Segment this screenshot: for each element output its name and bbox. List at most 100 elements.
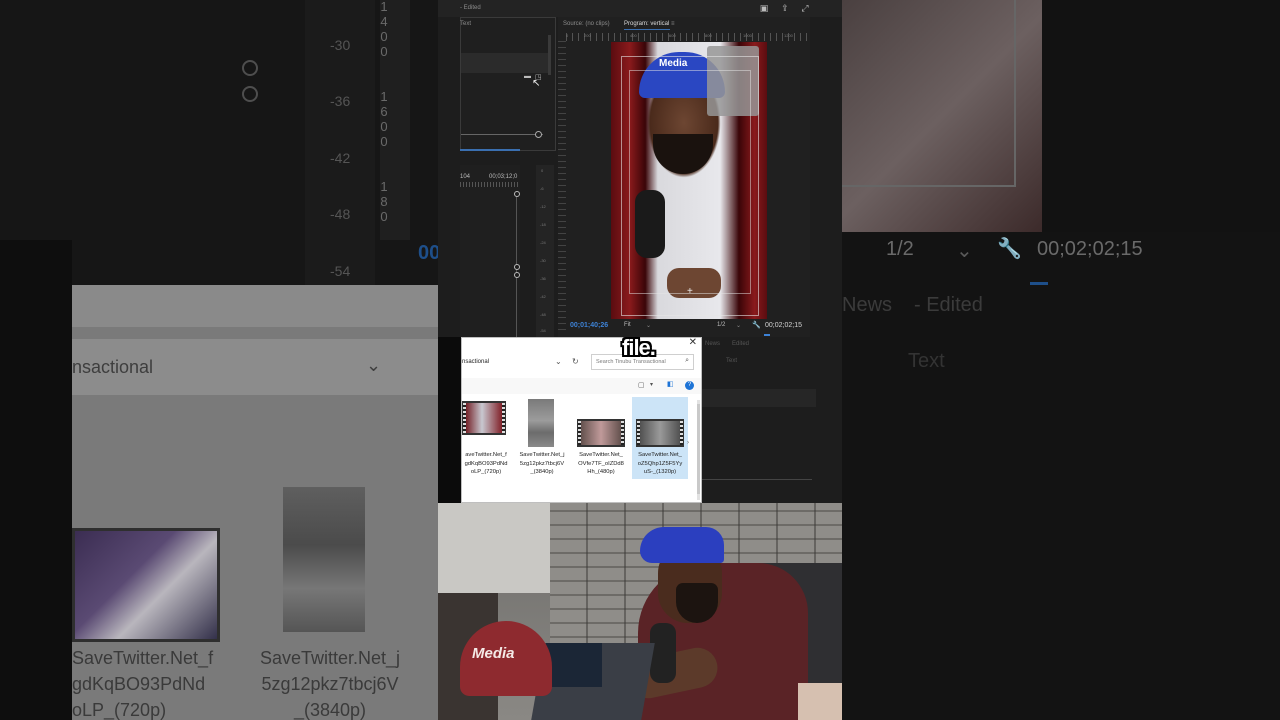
timeline-area: News Edited Text — [702, 337, 842, 503]
program-menu-icon[interactable]: ≡ — [671, 21, 675, 27]
address-bar[interactable]: nsactional ⌄ ↻ — [462, 352, 587, 372]
bg-meter-digit: 1 — [380, 89, 388, 104]
video-thumbnail — [528, 399, 554, 447]
sequence-tab: News — [705, 341, 721, 347]
folder-icon[interactable]: ▬ — [524, 73, 531, 80]
fit-select[interactable]: Fit — [624, 322, 631, 328]
video-thumbnail — [636, 419, 684, 447]
refresh-icon[interactable]: ↻ — [572, 357, 579, 366]
view-icon[interactable]: ▢ — [638, 381, 645, 389]
scrollbar-thumb[interactable] — [697, 404, 700, 494]
bg-dim-area — [842, 232, 1280, 720]
bg-explorer-titlebar — [72, 285, 438, 327]
file-item[interactable]: SaveTwitter.Net_j 5zg12pkz7tbcj6V _(3840… — [514, 397, 570, 479]
current-timecode[interactable]: 00;01;40;26 — [570, 322, 608, 329]
bg-meter-digit: 0 — [380, 134, 388, 149]
mouse-cursor-icon: ↖ — [532, 78, 541, 89]
bg-edited: - Edited — [914, 294, 983, 316]
bg-meter-digit: 0 — [380, 44, 388, 59]
bg-text-tab: Text — [908, 350, 945, 372]
ruler-label: 600 — [669, 33, 676, 38]
timeline-start: 104 — [460, 174, 471, 180]
help-icon[interactable]: ? — [685, 381, 694, 390]
file-name: aveTwitter.Net_f gdKqBO93PdNd oLP_(720p) — [464, 452, 508, 475]
background-right-panel: 1/2 ⌄ 🔧 00;02;02;15 News - Edited Text — [842, 0, 1280, 720]
project-title: - Edited — [460, 5, 481, 11]
bg-meter-digit: 1 — [380, 179, 388, 194]
preview-pane-icon[interactable]: ◧ — [667, 380, 674, 388]
file-name: SaveTwitter.Net_ OVfe7TF_oIZDd8 Hh_(480p… — [578, 452, 624, 475]
panel-focus-line — [460, 149, 520, 151]
zoom-knob[interactable] — [514, 191, 520, 197]
microphone — [650, 623, 676, 683]
vertical-ruler — [558, 41, 566, 331]
track-bar — [702, 389, 816, 407]
resolution-select[interactable]: 1/2 — [717, 322, 725, 328]
bg-slider-knob — [242, 86, 258, 102]
bg-db-label: -30 — [330, 37, 351, 53]
file-item-selected[interactable]: SaveTwitter.Net_ oZ5Qhp1Z5F5Yy uS-_(1320… — [632, 397, 688, 479]
bg-meter-digit: 0 — [380, 209, 388, 224]
bg-db-label: -36 — [330, 93, 351, 109]
panel-icon[interactable]: ▣ — [759, 3, 769, 13]
panel-label: Text — [460, 21, 472, 27]
chevron-down-icon[interactable]: ⌄ — [555, 357, 562, 366]
address-text: nsactional — [462, 359, 490, 365]
bg-file-name: SaveTwitter.Net_j 5zg12pkz7tbcj6V _(3840… — [259, 648, 401, 720]
meter-tick: -36 — [540, 276, 546, 281]
chevron-down-icon[interactable]: ⌄ — [736, 322, 741, 329]
fullscreen-icon[interactable]: ⤢ — [800, 3, 810, 13]
bg-slider-knob — [242, 60, 258, 76]
ruler-label: 1200 — [784, 33, 793, 38]
bg-zoom: 1/2 — [886, 238, 914, 260]
tab-source[interactable]: Source: (no clips) — [563, 21, 610, 27]
person-beard — [676, 583, 718, 623]
bg-thumbnail — [283, 487, 365, 632]
meter-tick: 0 — [541, 168, 544, 173]
file-item[interactable]: SaveTwitter.Net_ OVfe7TF_oIZDd8 Hh_(480p… — [573, 397, 629, 479]
bg-playhead — [1030, 282, 1048, 285]
bg-meter-digit: 6 — [380, 104, 388, 119]
slider-track — [461, 134, 543, 135]
bg-sidebar — [0, 240, 72, 720]
bg-db-label: -54 — [330, 263, 351, 279]
panel-scrollbar[interactable] — [548, 35, 551, 75]
timeline-panel — [460, 165, 520, 337]
zoom-knob[interactable] — [514, 272, 520, 278]
tab-program[interactable]: Program: vertical — [624, 21, 669, 27]
bg-timecode: 00;02;02;15 — [1037, 238, 1143, 260]
bg-meter-digit: 4 — [380, 14, 388, 29]
bg-thumbnail — [72, 528, 220, 642]
bg-db-label: -48 — [330, 206, 351, 222]
red-cap-logo: Media — [472, 645, 515, 662]
text-layer-field[interactable] — [461, 53, 549, 73]
meter-tick: -6 — [540, 186, 544, 191]
wrench-icon[interactable]: 🔧 — [752, 321, 761, 329]
meter-tick: -24 — [540, 240, 546, 245]
ruler-label: 1000 — [743, 33, 752, 38]
meter-tick: -18 — [540, 222, 546, 227]
horizontal-ruler — [566, 33, 810, 41]
meter-tick: -30 — [540, 258, 546, 263]
close-icon[interactable]: ✕ — [689, 338, 697, 348]
dialog-toolbar: ▢ ▾ ◧ ? — [462, 378, 701, 394]
chevron-down-icon[interactable]: ▾ — [650, 381, 653, 388]
bg-chevron-icon: ⌄ — [366, 355, 382, 375]
timeline-mark: 00;03;12;0 — [489, 174, 518, 180]
program-video-frame[interactable]: Media + — [611, 42, 767, 319]
chevron-down-icon[interactable]: ⌄ — [646, 322, 651, 329]
ruler-label: 800 — [705, 33, 712, 38]
bg-meter-digit: 8 — [380, 194, 388, 209]
file-name: SaveTwitter.Net_j 5zg12pkz7tbcj6V _(3840… — [519, 452, 565, 475]
bg-chevron-icon: ⌄ — [956, 240, 973, 262]
zoom-knob[interactable] — [514, 264, 520, 270]
chevron-right-icon[interactable]: › — [687, 440, 689, 446]
export-icon[interactable]: ⇪ — [780, 3, 790, 13]
slider-knob[interactable] — [535, 131, 542, 138]
file-open-dialog: ✕ nsactional ⌄ ↻ Search Tinubu Transacti… — [461, 337, 702, 503]
bg-address-text: nsactional — [72, 357, 154, 377]
bg-meter-digit: 0 — [380, 29, 388, 44]
crosshair-icon: + — [687, 286, 693, 297]
file-item[interactable]: aveTwitter.Net_f gdKqBO93PdNd oLP_(720p) — [462, 397, 514, 479]
bg-wrench-icon: 🔧 — [997, 238, 1022, 260]
